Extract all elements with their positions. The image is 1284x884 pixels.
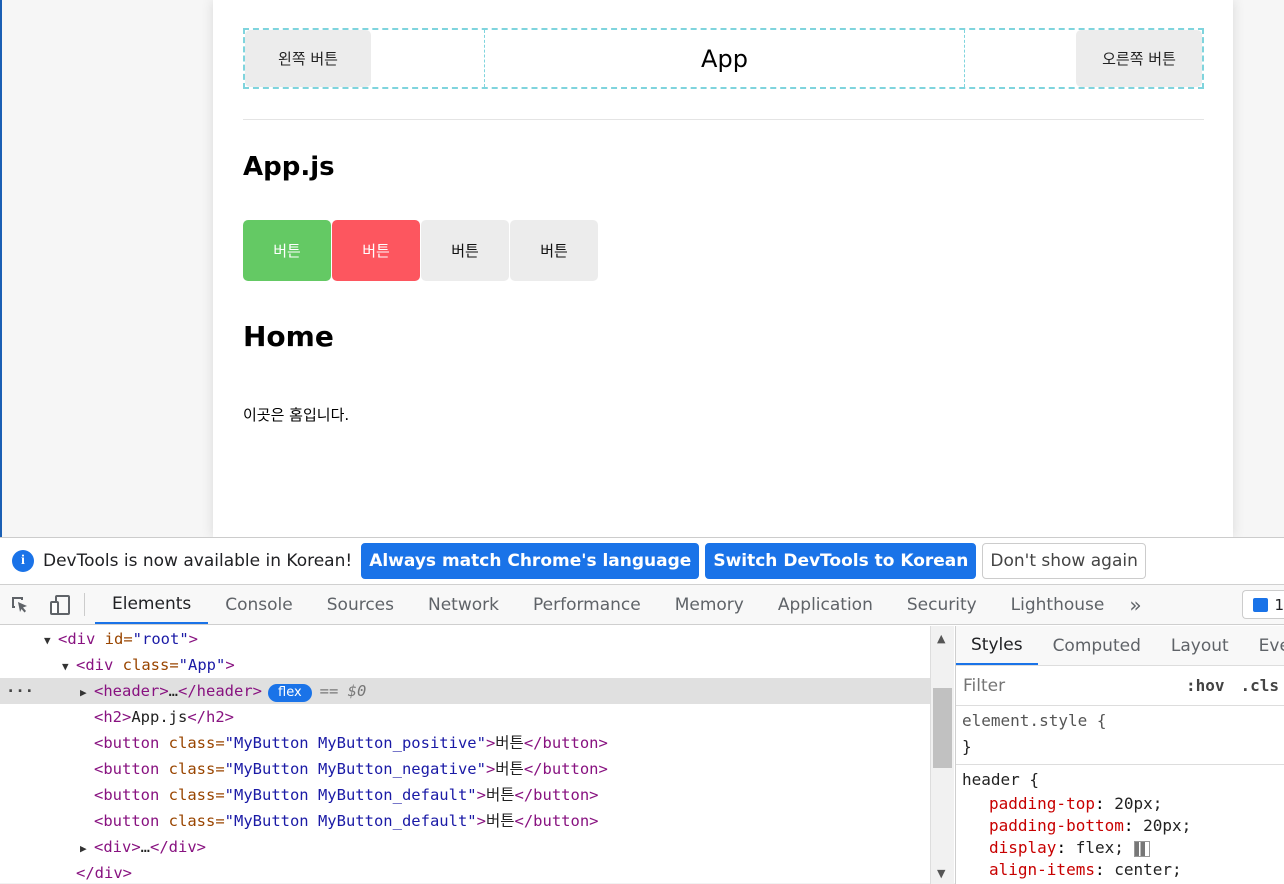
tab-lighthouse[interactable]: Lighthouse: [994, 585, 1122, 624]
button-row: 버튼 버튼 버튼 버튼: [243, 220, 598, 281]
issues-counter[interactable]: 1: [1242, 590, 1284, 619]
elements-scrollbar[interactable]: ▲ ▼: [930, 626, 954, 884]
hover-state-toggle[interactable]: :hov: [1186, 676, 1225, 695]
tab-event-listeners[interactable]: Event: [1244, 626, 1284, 665]
dont-show-again-button[interactable]: Don't show again: [982, 543, 1146, 579]
issues-count: 1: [1274, 595, 1284, 614]
css-property[interactable]: padding-top: 20px;: [962, 793, 1284, 815]
css-property[interactable]: padding-bottom: 20px;: [962, 815, 1284, 837]
dom-node-div[interactable]: ▶ <div>…</div>: [80, 834, 206, 860]
tab-console[interactable]: Console: [208, 585, 310, 624]
dom-node-root[interactable]: ▼ <div id="root">: [44, 626, 198, 652]
styles-filter-input[interactable]: [960, 670, 1170, 701]
left-button[interactable]: 왼쪽 버튼: [245, 30, 371, 87]
class-toggle[interactable]: .cls: [1241, 676, 1280, 695]
home-text: 이곳은 홈입니다.: [243, 406, 350, 424]
browser-viewport: 왼쪽 버튼 App 오른쪽 버튼 App.js 버튼 버튼 버튼 버튼 Home…: [0, 0, 1284, 537]
home-title: Home: [243, 320, 334, 353]
elements-tree: ▼ <div id="root"> ▼ <div class="App"> ··· …: [0, 626, 930, 884]
rule-selector[interactable]: header {: [962, 767, 1284, 793]
header-right: 오른쪽 버튼: [965, 30, 1202, 87]
tab-elements[interactable]: Elements: [95, 585, 209, 624]
tab-sources[interactable]: Sources: [310, 585, 411, 624]
collapsed-triangle-icon[interactable]: ▶: [80, 836, 94, 862]
devtools-tabbar: Elements Console Sources Network Perform…: [0, 585, 1284, 625]
flexbox-editor-icon[interactable]: [1133, 840, 1150, 857]
tab-network[interactable]: Network: [411, 585, 516, 624]
dom-node-header-selected[interactable]: ··· ▶ <header>…</header> flex == $0: [0, 678, 930, 704]
language-infobar: i DevTools is now available in Korean! A…: [0, 538, 1284, 585]
default-button[interactable]: 버튼: [421, 220, 509, 281]
selected-node-marker: == $0: [319, 682, 367, 700]
dom-node-h2[interactable]: <h2>App.js</h2>: [94, 704, 234, 730]
element-style-rule: element.style { }: [956, 706, 1284, 760]
right-button[interactable]: 오른쪽 버튼: [1076, 30, 1202, 87]
negative-button[interactable]: 버튼: [332, 220, 420, 281]
devtools-panel: i DevTools is now available in Korean! A…: [0, 537, 1284, 884]
toolbar-divider: [84, 593, 85, 616]
tab-application[interactable]: Application: [761, 585, 890, 624]
header-title: App: [701, 44, 748, 73]
more-options-icon[interactable]: ···: [6, 678, 34, 704]
tab-layout[interactable]: Layout: [1156, 626, 1244, 665]
dom-node-app[interactable]: ▼ <div class="App">: [62, 652, 235, 678]
scrollbar-thumb[interactable]: [933, 688, 952, 768]
collapsed-triangle-icon[interactable]: ▶: [80, 680, 94, 706]
scroll-down-icon[interactable]: ▼: [937, 867, 945, 880]
section-title: App.js: [243, 152, 335, 182]
header-center: App: [485, 30, 965, 87]
rule-close: }: [962, 737, 972, 756]
header-left: 왼쪽 버튼: [245, 30, 485, 87]
more-tabs-icon[interactable]: »: [1121, 585, 1149, 624]
expand-triangle-icon[interactable]: ▼: [44, 628, 58, 654]
rule-divider: [956, 764, 1284, 765]
inspect-element-icon[interactable]: [0, 585, 40, 624]
app-page: 왼쪽 버튼 App 오른쪽 버튼 App.js 버튼 버튼 버튼 버튼 Home…: [213, 0, 1233, 537]
styles-filter-row: :hov .cls: [956, 666, 1284, 706]
flex-badge[interactable]: flex: [268, 684, 312, 702]
device-toolbar-icon[interactable]: [40, 585, 80, 624]
scroll-up-icon[interactable]: ▲: [937, 632, 945, 645]
divider: [243, 119, 1204, 120]
styles-tabbar: Styles Computed Layout Event: [956, 626, 1284, 666]
dom-node-button[interactable]: <button class="MyButton MyButton_default…: [94, 808, 599, 834]
tab-memory[interactable]: Memory: [658, 585, 761, 624]
dom-node-button[interactable]: <button class="MyButton MyButton_default…: [94, 782, 599, 808]
expand-triangle-icon[interactable]: ▼: [62, 654, 76, 680]
app-header: 왼쪽 버튼 App 오른쪽 버튼: [243, 28, 1204, 89]
devtools-panes: ▼ <div id="root"> ▼ <div class="App"> ··· …: [0, 626, 1284, 884]
switch-to-korean-button[interactable]: Switch DevTools to Korean: [705, 543, 977, 579]
tab-security[interactable]: Security: [890, 585, 994, 624]
dom-node-button[interactable]: <button class="MyButton MyButton_negativ…: [94, 756, 608, 782]
tab-styles[interactable]: Styles: [956, 626, 1038, 665]
info-icon: i: [12, 550, 34, 572]
css-property[interactable]: display: flex;: [962, 837, 1284, 859]
always-match-language-button[interactable]: Always match Chrome's language: [361, 543, 700, 579]
infobar-message: DevTools is now available in Korean!: [43, 551, 353, 571]
issues-icon: [1253, 597, 1269, 612]
header-rule: header { padding-top: 20px; padding-bott…: [956, 767, 1284, 881]
dom-node-close[interactable]: </div>: [76, 860, 132, 884]
rule-selector[interactable]: element.style {: [962, 708, 1284, 734]
default-button[interactable]: 버튼: [510, 220, 598, 281]
styles-pane: Styles Computed Layout Event :hov .cls e…: [955, 626, 1284, 884]
css-property[interactable]: align-items: center;: [962, 859, 1284, 881]
tab-performance[interactable]: Performance: [516, 585, 658, 624]
dom-node-button[interactable]: <button class="MyButton MyButton_positiv…: [94, 730, 608, 756]
positive-button[interactable]: 버튼: [243, 220, 331, 281]
tab-computed[interactable]: Computed: [1038, 626, 1156, 665]
